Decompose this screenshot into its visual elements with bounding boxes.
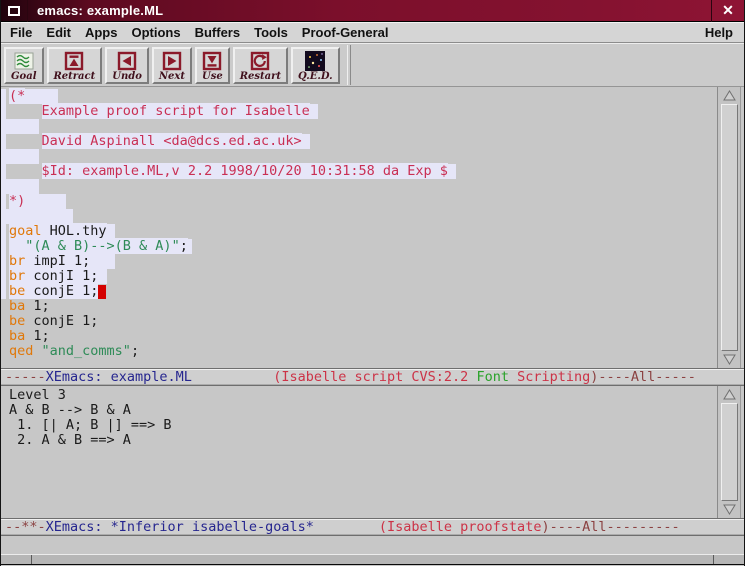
menu-item-tools[interactable]: Tools	[247, 25, 295, 40]
modeline-segment: Font	[476, 369, 509, 385]
script-line: br impI 1;	[1, 254, 717, 269]
toolbar-button-label: Restart	[240, 71, 281, 82]
scrollbar-thumb[interactable]	[721, 403, 738, 501]
menu-item-apps[interactable]: Apps	[78, 25, 125, 40]
toolbar-button-label: Next	[159, 71, 185, 82]
modeline-segment: -----	[5, 369, 46, 385]
script-line: goal HOL.thy	[1, 224, 717, 239]
goals-line: 2. A & B ==> A	[1, 433, 717, 448]
menu-item-edit[interactable]: Edit	[39, 25, 78, 40]
menu-item-file[interactable]: File	[3, 25, 39, 40]
script-buffer[interactable]: (* Example proof script for Isabelle Dav…	[1, 87, 717, 368]
modeline-segment: (Isabelle proofstate	[379, 519, 542, 535]
script-line	[1, 149, 717, 164]
titlebar[interactable]: emacs: example.ML ✕	[1, 0, 744, 22]
script-line: be conjE 1;	[1, 284, 717, 299]
toolbar-button-label: Goal	[11, 71, 37, 82]
undo-icon	[117, 51, 137, 71]
modeline-segment	[192, 369, 273, 385]
scrollbar-down-arrow-icon[interactable]	[720, 502, 738, 517]
toolbar-button-goal[interactable]: Goal	[4, 47, 44, 84]
script-line: Example proof script for Isabelle	[1, 104, 717, 119]
menu-item-buffers[interactable]: Buffers	[188, 25, 248, 40]
script-line: qed "and_comms";	[1, 344, 717, 359]
toolbar-button-q-e-d[interactable]: Q.E.D.	[291, 47, 340, 84]
modeline-goals[interactable]: --**-XEmacs: *Inferior isabelle-goals* (…	[1, 518, 744, 536]
restart-icon	[250, 51, 270, 71]
script-line: *)	[1, 194, 717, 209]
script-line: $Id: example.ML,v 2.2 1998/10/20 10:31:5…	[1, 164, 717, 179]
script-line: (*	[1, 89, 717, 104]
close-button[interactable]: ✕	[711, 0, 744, 22]
script-line	[1, 179, 717, 194]
scrollbar-thumb[interactable]	[721, 104, 738, 351]
goals-buffer[interactable]: Level 3A & B --> B & A 1. [| A; B |] ==>…	[1, 386, 717, 518]
modeline-segment: )----All-----	[590, 369, 696, 385]
scrollbar-up-arrow-icon[interactable]	[720, 88, 738, 103]
toolbar: Goal Retract Undo Next Use Restart Q.E.D.	[1, 43, 744, 87]
script-line	[1, 119, 717, 134]
script-line: br conjI 1;	[1, 269, 717, 284]
minibuffer[interactable]	[1, 536, 744, 554]
scrollbar-script[interactable]	[717, 87, 740, 368]
script-line: ba 1;	[1, 329, 717, 344]
frame-right-edge	[740, 87, 744, 368]
menubar: FileEditAppsOptionsBuffersToolsProof-Gen…	[1, 22, 744, 43]
toolbar-button-label: Q.E.D.	[298, 71, 333, 82]
script-line: "(A & B)-->(B & A)";	[1, 239, 717, 254]
goals-line: A & B --> B & A	[1, 403, 717, 418]
toolbar-divider	[347, 45, 351, 85]
text-cursor	[98, 285, 106, 299]
goals-line: 1. [| A; B |] ==> B	[1, 418, 717, 433]
menu-items: FileEditAppsOptionsBuffersToolsProof-Gen…	[1, 25, 395, 40]
modeline-segment	[314, 519, 379, 535]
toolbar-button-label: Retract	[54, 71, 96, 82]
window-title: emacs: example.ML	[28, 3, 711, 18]
scrollbar-down-arrow-icon[interactable]	[720, 352, 738, 367]
toolbar-button-restart[interactable]: Restart	[233, 47, 288, 84]
scrollbar-up-arrow-icon[interactable]	[720, 387, 738, 402]
menu-item-help[interactable]: Help	[698, 25, 744, 40]
toolbar-button-label: Undo	[112, 71, 142, 82]
resize-handle-divider	[713, 555, 714, 564]
modeline-script[interactable]: -----XEmacs: example.ML (Isabelle script…	[1, 368, 744, 386]
toolbar-button-next[interactable]: Next	[152, 47, 192, 84]
menu-item-proof-general[interactable]: Proof-General	[295, 25, 396, 40]
modeline-segment: Scripting	[509, 369, 590, 385]
xemacs-window: emacs: example.ML ✕ FileEditAppsOptionsB…	[0, 0, 745, 566]
toolbar-button-retract[interactable]: Retract	[47, 47, 103, 84]
use-icon	[202, 51, 222, 71]
modeline-segment: --**-	[5, 519, 46, 535]
script-line: David Aspinall <da@dcs.ed.ac.uk>	[1, 134, 717, 149]
frame-right-edge	[740, 386, 744, 518]
modeline-segment: (Isabelle script CVS:2.2	[273, 369, 476, 385]
toolbar-button-use[interactable]: Use	[195, 47, 230, 84]
retract-icon	[64, 51, 84, 71]
goal-script-icon	[14, 51, 34, 71]
resize-handle-divider	[31, 555, 32, 564]
modeline-segment: )----All---------	[541, 519, 679, 535]
window-menu-icon[interactable]	[1, 0, 28, 22]
qed-icon	[305, 51, 325, 71]
scrollbar-goals[interactable]	[717, 386, 740, 518]
modeline-segment: XEmacs: example.ML	[46, 369, 192, 385]
goals-line: Level 3	[1, 388, 717, 403]
resize-handle-bar[interactable]	[1, 554, 744, 565]
toolbar-button-label: Use	[202, 71, 223, 82]
script-line	[1, 209, 717, 224]
toolbar-button-undo[interactable]: Undo	[105, 47, 149, 84]
script-line: be conjE 1;	[1, 314, 717, 329]
modeline-segment: XEmacs: *Inferior isabelle-goals*	[46, 519, 314, 535]
next-icon	[162, 51, 182, 71]
window-menu-square-icon	[8, 6, 20, 16]
script-line: ba 1;	[1, 299, 717, 314]
menu-item-options[interactable]: Options	[124, 25, 187, 40]
